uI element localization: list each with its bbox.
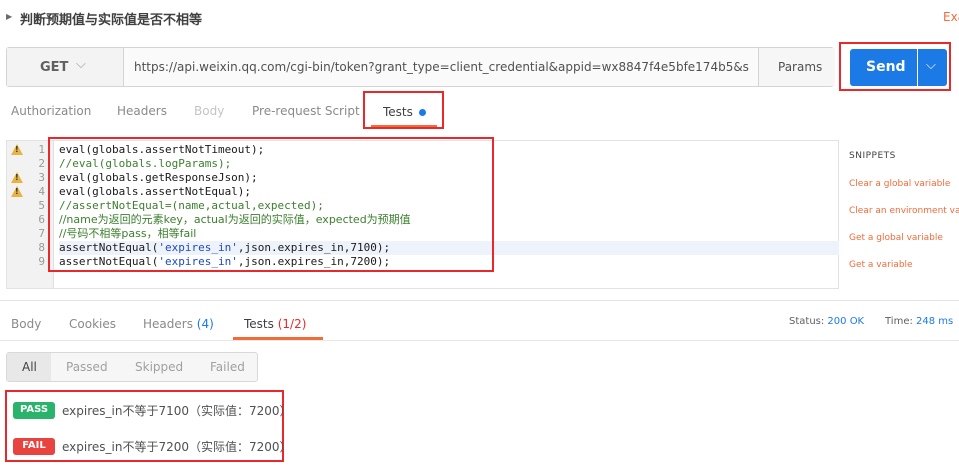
tab-pre-request-script[interactable]: Pre-request Script bbox=[252, 104, 360, 118]
snippet-clear-global-variable[interactable]: Clear a global variable bbox=[849, 179, 950, 189]
method-label: GET bbox=[40, 60, 69, 75]
status-value: 200 OK bbox=[827, 316, 865, 327]
warning-icon bbox=[11, 186, 23, 197]
gutter-row: 2 bbox=[38, 157, 45, 170]
fail-badge: FAIL bbox=[13, 438, 55, 455]
url-bar: GET ⌵ https://api.weixin.qq.com/cgi-bin/… bbox=[6, 47, 835, 87]
tab-authorization[interactable]: Authorization bbox=[11, 104, 91, 118]
warning-icon bbox=[11, 172, 23, 183]
snippet-clear-environment-variable[interactable]: Clear an environment variable bbox=[849, 206, 959, 216]
filter-passed[interactable]: Passed bbox=[51, 353, 121, 381]
response-tab-tests[interactable]: Tests (1/2) bbox=[244, 317, 306, 331]
warning-icon bbox=[11, 144, 23, 155]
examples-link[interactable]: Exa bbox=[943, 10, 959, 24]
editor-gutter: 1 2 3 4 5 6 7 8 9 bbox=[7, 141, 54, 288]
response-status: Status: 200 OK bbox=[789, 316, 865, 327]
response-tab-cookies[interactable]: Cookies bbox=[69, 317, 116, 331]
filter-skipped[interactable]: Skipped bbox=[121, 353, 195, 381]
params-button[interactable]: Params bbox=[758, 48, 835, 86]
collapse-caret-icon[interactable]: ▶ bbox=[6, 12, 12, 21]
chevron-down-icon: ⌵ bbox=[926, 58, 936, 73]
send-options-button[interactable]: ⌵ bbox=[918, 49, 947, 86]
method-select[interactable]: GET ⌵ bbox=[7, 48, 124, 86]
gutter-row: 9 bbox=[38, 255, 45, 268]
test-result-text: expires_in不等于7200（实际值：7200） bbox=[62, 440, 292, 454]
send-highlight-box: Send ⌵ bbox=[839, 42, 951, 91]
filter-all[interactable]: All bbox=[7, 353, 51, 381]
url-input[interactable]: https://api.weixin.qq.com/cgi-bin/token?… bbox=[134, 60, 749, 74]
response-divider bbox=[0, 340, 959, 341]
test-results-list: PASS expires_in不等于7100（实际值：7200） FAIL ex… bbox=[5, 390, 292, 462]
tab-tests[interactable]: Tests bbox=[363, 91, 444, 129]
gutter-row: 4 bbox=[7, 185, 54, 199]
snippets-panel: SNIPPETS Clear a global variable Clear a… bbox=[849, 148, 959, 298]
tests-count-badge: (1/2) bbox=[277, 317, 307, 331]
request-title-row: ▶ 判断预期值与实际值是否不相等 Exa bbox=[0, 0, 959, 34]
gutter-row: 1 bbox=[7, 143, 54, 157]
params-label: Params bbox=[778, 60, 823, 74]
tab-body[interactable]: Body bbox=[194, 104, 224, 118]
gutter-row: 6 bbox=[38, 213, 45, 226]
gutter-row: 7 bbox=[38, 227, 45, 240]
filter-failed[interactable]: Failed bbox=[195, 353, 257, 381]
snippet-get-variable[interactable]: Get a variable bbox=[849, 260, 913, 270]
time-value: 248 ms bbox=[916, 316, 954, 327]
unsaved-dot-icon bbox=[419, 109, 426, 116]
gutter-row: 8 bbox=[38, 241, 45, 254]
code-highlight-box bbox=[48, 137, 494, 272]
snippet-get-global-variable[interactable]: Get a global variable bbox=[849, 233, 943, 243]
snippets-title: SNIPPETS bbox=[849, 151, 896, 161]
test-filter-bar: All Passed Skipped Failed bbox=[6, 352, 258, 382]
send-label: Send bbox=[866, 59, 906, 75]
chevron-down-icon: ⌵ bbox=[76, 57, 86, 72]
response-time: Time: 248 ms bbox=[885, 316, 954, 327]
send-button[interactable]: Send bbox=[850, 49, 917, 86]
tab-headers[interactable]: Headers bbox=[117, 104, 167, 118]
response-tab-body[interactable]: Body bbox=[11, 317, 41, 331]
request-title: 判断预期值与实际值是否不相等 bbox=[20, 13, 203, 28]
gutter-row: 5 bbox=[38, 199, 45, 212]
response-tab-headers[interactable]: Headers (4) bbox=[143, 317, 214, 331]
tab-tests-label: Tests bbox=[383, 105, 413, 119]
headers-count-badge: (4) bbox=[196, 317, 214, 331]
pass-badge: PASS bbox=[13, 402, 55, 419]
gutter-row: 3 bbox=[7, 171, 54, 185]
section-divider bbox=[0, 300, 959, 301]
test-result-text: expires_in不等于7100（实际值：7200） bbox=[62, 404, 292, 418]
active-tab-underline bbox=[371, 125, 437, 127]
request-tabs: Authorization Headers Body Pre-request S… bbox=[0, 96, 959, 128]
